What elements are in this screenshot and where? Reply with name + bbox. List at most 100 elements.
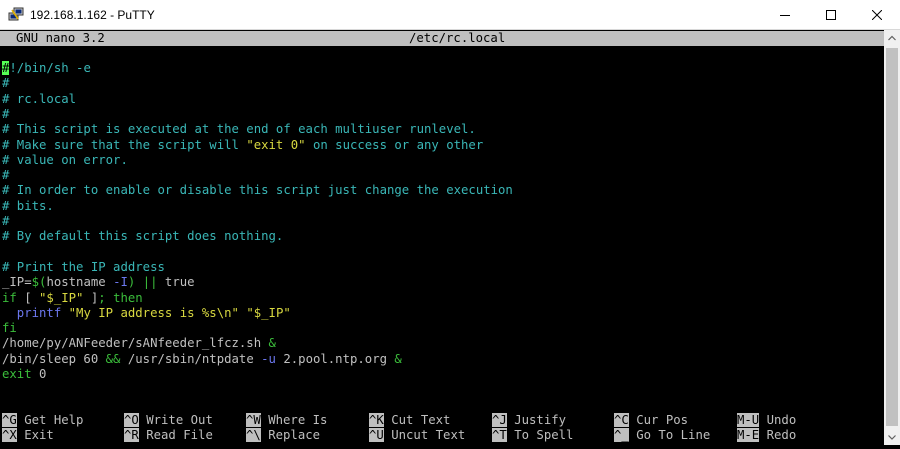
close-icon [872,10,882,20]
shortcut-label: Redo [759,428,797,442]
code-token: # value on error. [2,152,128,167]
scrollbar-thumb[interactable] [886,48,898,426]
code-line: # [2,168,9,183]
shortcut-key: M-U [737,413,760,427]
code-line: fi [2,321,17,336]
code-token: "$_IP" [246,305,291,320]
code-line: # rc.local [2,92,76,107]
code-token: # [2,168,10,183]
code-token: || [142,275,158,290]
code-line: # This script is executed at the end of … [2,122,476,137]
code-token: exit [2,367,32,381]
minimize-button[interactable] [762,0,808,30]
shortcut-label: Uncut Text [383,428,466,442]
code-token: !/bin/sh -e [9,61,91,75]
terminal-area[interactable]: GNU nano 3.2 /etc/rc.local #!/bin/sh -e #… [0,30,884,445]
shortcut-item: M-U Undo [737,413,796,428]
code-line: #!/bin/sh -e [2,61,91,76]
code-token: /home/py/ANFeeder/sANfeeder_lfcz.sh [2,336,269,351]
shortcut-label: Read File [138,428,213,442]
shortcut-item: ^T To Spell [492,428,573,443]
code-line: # By default this script does nothing. [2,229,283,244]
nano-filename: /etc/rc.local [409,31,506,45]
code-line: # [2,107,9,122]
code-token: # By default this script does nothing. [2,229,284,244]
code-token: && [105,351,121,366]
code-token: # Make sure that the script will [2,137,247,152]
shortcut-item: ^J Justify [492,413,566,428]
shortcut-key: ^U [369,428,384,442]
code-token: fi [2,321,17,336]
shortcut-key: ^C [614,413,629,427]
shortcut-item: ^C Cur Pos [614,413,688,428]
code-token: # Print the IP address [2,259,165,274]
scroll-up-arrow-icon[interactable] [884,30,900,46]
code-token: # [2,106,10,121]
scroll-down-arrow-icon[interactable] [884,429,900,445]
shortcut-label: Cut Text [383,413,451,427]
shortcut-key: ^O [124,413,139,427]
code-token: on success or any other [305,137,484,152]
shortcut-key: ^X [2,428,17,442]
title-bar[interactable]: 192.168.1.162 - PuTTY [0,0,900,30]
code-token: if [2,290,17,305]
close-button[interactable] [854,0,900,30]
code-line: # Make sure that the script will "exit 0… [2,138,483,153]
code-token: ] [83,290,99,305]
shortcut-label: Get Help [16,413,84,427]
code-line: exit 0 [2,367,46,382]
shortcut-key: ^\ [246,428,261,442]
code-token: printf [2,305,62,320]
shortcut-key: ^_ [614,428,629,442]
code-token: # [2,76,10,91]
code-token: [ [16,290,40,305]
maximize-button[interactable] [808,0,854,30]
maximize-icon [826,10,836,20]
shortcut-item: ^O Write Out [124,413,213,428]
code-token: hostname [46,275,114,290]
code-line: # Print the IP address [2,260,165,275]
shortcut-item: ^U Uncut Text [369,428,465,443]
code-line: # bits. [2,199,54,214]
code-token: /usr/sbin/ntpdate [120,351,262,366]
shortcut-label: Cur Pos [628,413,689,427]
window-title: 192.168.1.162 - PuTTY [30,8,155,22]
code-line: # [2,76,9,91]
nano-version: GNU nano 3.2 [16,31,105,45]
code-token: _IP= [2,275,32,290]
vertical-scrollbar[interactable] [884,30,900,445]
shortcut-item: ^_ Go To Line [614,428,710,443]
code-token: "My IP address is %s\n" [68,305,239,320]
shortcut-label: To Spell [506,428,574,442]
code-token: -I [113,275,128,290]
shortcut-item: ^K Cut Text [369,413,450,428]
putty-icon[interactable] [8,7,24,23]
code-token: -u [261,351,276,366]
code-token: "exit 0" [246,137,306,152]
code-token: # In order to enable or disable this scr… [2,183,513,198]
code-token: 0 [31,367,47,381]
shortcut-item: ^W Where Is [246,413,327,428]
code-token: # This script is executed at the end of … [2,122,476,137]
shortcut-key: ^J [492,413,507,427]
code-token: /bin/sleep 60 [2,351,106,366]
code-line: # value on error. [2,153,128,168]
shortcut-item: ^X Exit [2,428,54,443]
shortcut-label: Where Is [260,413,328,427]
code-line: # [2,214,9,229]
shortcut-key: ^R [124,428,139,442]
code-token: # [2,214,10,228]
shortcut-key: ^K [369,413,384,427]
code-token: & [394,351,402,366]
shortcut-item: M-E Redo [737,428,796,443]
shortcut-item: ^\ Replace [246,428,320,443]
nano-header: GNU nano 3.2 /etc/rc.local [0,31,884,46]
shortcut-label: Go To Line [628,428,711,442]
code-token: ; then [98,290,143,305]
shortcut-item: ^G Get Help [2,413,83,428]
code-line: /bin/sleep 60 && /usr/sbin/ntpdate -u 2.… [2,352,402,367]
shortcut-key: ^G [2,413,17,427]
code-line: /home/py/ANFeeder/sANfeeder_lfcz.sh & [2,336,276,351]
